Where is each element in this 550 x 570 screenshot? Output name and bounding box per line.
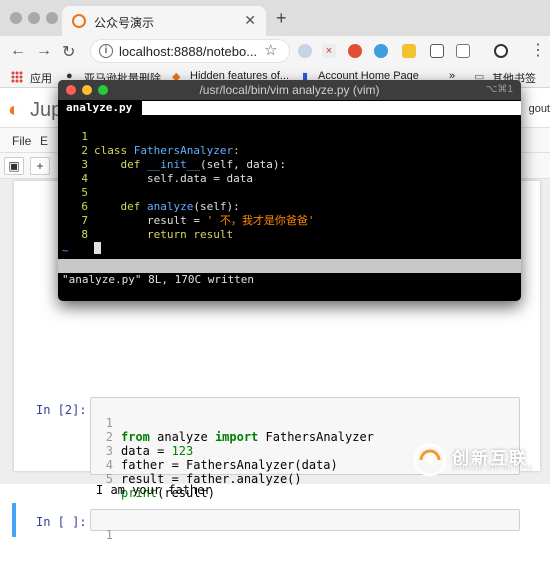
bookmark-apps[interactable]: 应用 <box>30 70 52 86</box>
info-icon[interactable]: i <box>99 44 113 58</box>
jupyter-logo-icon[interactable]: ◐ <box>8 99 20 122</box>
vim-window-title: /usr/local/bin/vim analyze.py (vim) <box>199 83 380 97</box>
browser-tab[interactable]: 公众号演示 ✕ <box>62 6 266 36</box>
code-line: 5 print(result) <box>105 472 215 500</box>
extension-x-icon[interactable]: × <box>322 44 336 58</box>
watermark-subtext: CHUANG XIN HU LIAN <box>452 466 534 472</box>
vim-empty-line: ~ <box>62 244 69 257</box>
vim-line: 7 return result <box>81 214 234 241</box>
code-line: 1 from analyze import FathersAnalyzer <box>105 416 374 444</box>
cell-output: I am your father <box>96 483 212 497</box>
cell-prompt: In [2]: <box>36 403 87 417</box>
active-cell-indicator <box>12 503 16 537</box>
vim-cmdline: "analyze.py" 8L, 170C written <box>62 273 255 286</box>
code-line: 2 data = 123 <box>105 430 194 458</box>
code-cell-editor[interactable]: 1 <box>90 509 520 542</box>
menu-edit[interactable]: E <box>40 134 48 148</box>
vim-line: 2 def __init__(self, data): <box>81 144 287 171</box>
vim-line: 1 class FathersAnalyzer: <box>81 130 240 157</box>
save-icon[interactable]: ▣ <box>4 157 24 175</box>
apps-grid-icon <box>11 71 23 83</box>
vim-empty-line: ~ <box>58 244 85 271</box>
watermark: 创新互联 CHUANG XIN HU LIAN <box>412 440 550 480</box>
maximize-window-icon[interactable] <box>46 12 58 24</box>
browser-toolbar: ← → ↻ i localhost:8888/notebo... ☆ × ⋮ <box>0 36 550 66</box>
code-line: 1 <box>105 528 113 542</box>
extension-circle-icon[interactable] <box>494 44 508 58</box>
vim-titlebar: /usr/local/bin/vim analyze.py (vim) ⌥⌘1 <box>58 80 521 100</box>
more-menu-icon[interactable]: ⋮ <box>530 40 546 60</box>
code-line: 4 result = father.analyze() <box>105 458 302 486</box>
extension-red-icon[interactable] <box>348 44 362 58</box>
tab-title: 公众号演示 <box>94 16 155 30</box>
address-bar[interactable]: i localhost:8888/notebo... <box>90 39 290 63</box>
bookmark-star-icon[interactable]: ☆ <box>264 41 277 59</box>
extension-grid-icon[interactable] <box>456 44 470 58</box>
back-icon[interactable]: ← <box>10 42 26 60</box>
minimize-window-icon[interactable] <box>28 12 40 24</box>
vim-line: 3 self.data = data <box>81 158 253 185</box>
vim-tabline: analyze.py <box>58 101 521 115</box>
close-window-icon[interactable] <box>10 12 22 24</box>
vim-line: 5 def analyze(self): <box>81 186 240 213</box>
extension-oo-icon[interactable] <box>430 44 444 58</box>
cell-prompt: In [ ]: <box>36 515 87 529</box>
vim-status-position: Line: 8 Column: 0 <box>397 287 517 300</box>
code-line: 3 father = FathersAnalyzer(data) <box>105 444 338 472</box>
jupyter-favicon-icon <box>72 14 86 28</box>
vim-cursor <box>94 242 101 254</box>
reload-icon[interactable]: ↻ <box>62 42 75 62</box>
vim-window[interactable]: /usr/local/bin/vim analyze.py (vim) ⌥⌘1 … <box>58 80 521 301</box>
vim-line: 8 <box>58 214 101 254</box>
vim-statusline: <k/analyze.py CWD: /Users/kingname/Mongo… <box>58 259 521 300</box>
vim-line: 6 result = ' 不，我才是你爸爸' <box>81 200 315 227</box>
browser-tabbar: 公众号演示 ✕ + <box>0 0 550 36</box>
menu-file[interactable]: File <box>12 134 31 148</box>
url-text[interactable]: localhost:8888/notebo... <box>119 44 257 59</box>
extension-globe-icon[interactable] <box>298 44 312 58</box>
watermark-logo-icon <box>413 443 447 477</box>
vim-tab[interactable]: analyze.py <box>58 101 143 115</box>
add-cell-icon[interactable]: + <box>30 157 50 175</box>
logout-button[interactable]: gout <box>529 103 550 115</box>
new-tab-button[interactable]: + <box>276 8 287 29</box>
tab-close-icon[interactable]: ✕ <box>244 12 256 29</box>
vim-line: 4 <box>81 172 88 185</box>
window-shortcut: ⌥⌘1 <box>485 84 513 95</box>
extension-blue-icon[interactable] <box>374 44 388 58</box>
forward-icon[interactable]: → <box>36 42 52 60</box>
extension-yellow-icon[interactable] <box>402 44 416 58</box>
